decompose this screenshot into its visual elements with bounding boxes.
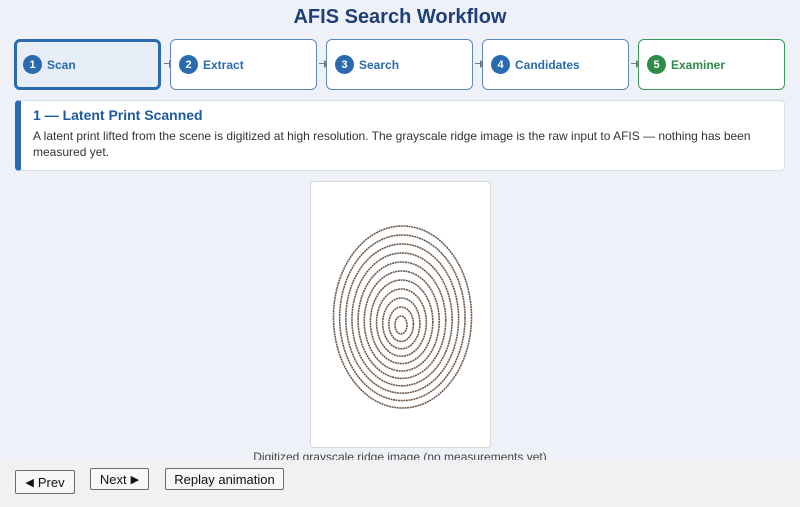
- ridge-line: [394, 315, 408, 335]
- step-label: Candidates: [515, 57, 580, 72]
- step-examiner[interactable]: 5 Examiner: [638, 39, 785, 90]
- step-number: 1: [23, 55, 42, 74]
- step-info-title: 1 — Latent Print Scanned: [33, 107, 203, 123]
- triangle-left-icon: ◀: [25, 476, 34, 489]
- next-button[interactable]: Next ▶: [90, 468, 149, 490]
- step-label: Extract: [203, 57, 244, 72]
- ridge-line: [369, 279, 434, 365]
- fingerprint-ridge-image: [332, 225, 473, 409]
- step-number: 2: [179, 55, 198, 74]
- ridge-line: [375, 288, 428, 358]
- afis-workflow-app: AFIS Search Workflow 1 Scan 2 Extract 3 …: [0, 0, 800, 507]
- step-number: 3: [335, 55, 354, 74]
- step-info-description: A latent print lifted from the scene is …: [33, 129, 751, 159]
- step-search[interactable]: 3 Search: [326, 39, 473, 90]
- prev-button[interactable]: ◀ Prev: [15, 470, 75, 494]
- prev-label: Prev: [37, 474, 65, 490]
- replay-label: Replay animation: [174, 471, 275, 487]
- step-candidates[interactable]: 4 Candidates: [482, 39, 629, 90]
- ridge-image-panel: [310, 181, 491, 448]
- step-extract[interactable]: 2 Extract: [170, 39, 317, 90]
- step-label: Examiner: [671, 57, 726, 72]
- step-label: Search: [359, 57, 400, 72]
- replay-animation-button[interactable]: Replay animation: [165, 468, 284, 490]
- triangle-right-icon: ▶: [130, 473, 140, 486]
- ridge-line: [388, 306, 415, 343]
- ridge-line: [351, 252, 453, 387]
- step-number: 4: [491, 55, 510, 74]
- step-label: Scan: [47, 57, 76, 72]
- step-info-panel: 1 — Latent Print Scanned A latent print …: [15, 100, 785, 171]
- step-number: 5: [647, 55, 666, 74]
- next-label: Next: [99, 471, 127, 487]
- controls-bar: ◀ Prev Next ▶ Replay animation: [0, 460, 800, 507]
- step-bar: 1 Scan 2 Extract 3 Search 4 Candidates 5…: [14, 39, 786, 90]
- step-scan[interactable]: 1 Scan: [14, 39, 161, 90]
- page-title: AFIS Search Workflow: [293, 6, 507, 28]
